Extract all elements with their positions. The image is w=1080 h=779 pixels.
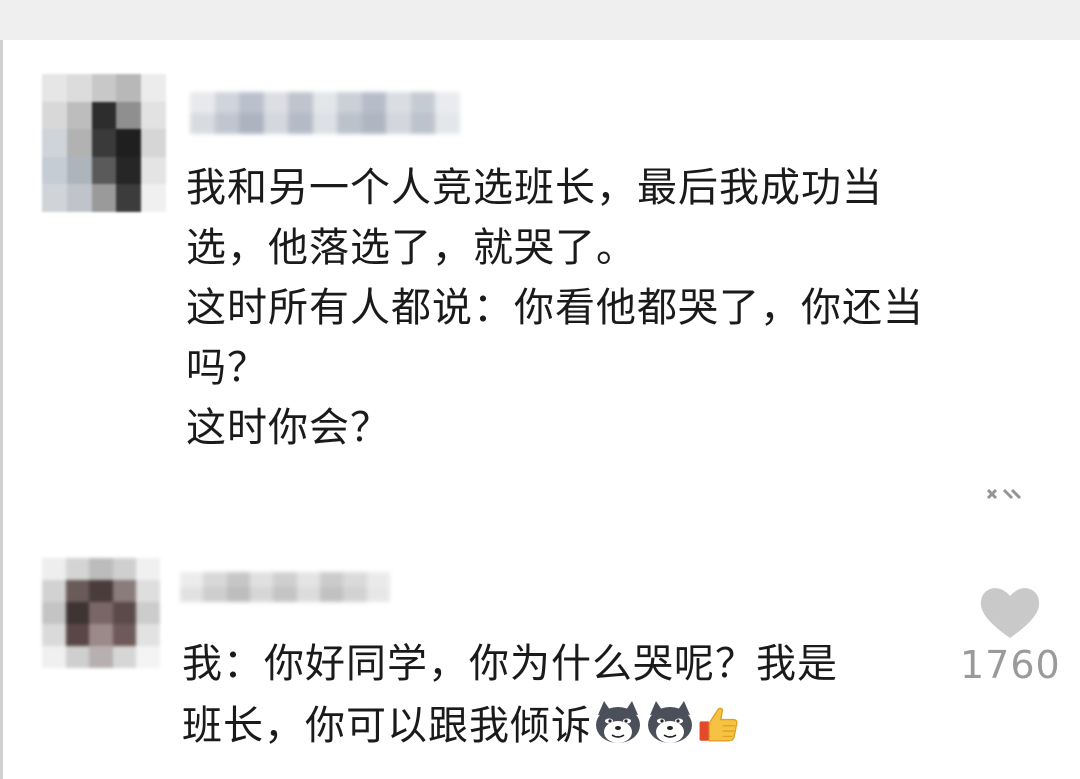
post-line: 吗？ (186, 345, 268, 391)
username-blurred[interactable] (180, 572, 390, 602)
post-line: 选，他落选了，就哭了。 (186, 225, 637, 271)
username-blurred[interactable] (190, 92, 460, 134)
like-heart-icon[interactable] (974, 582, 1046, 642)
more-options-icon[interactable] (984, 486, 1024, 504)
post-text: 我和另一个人竞选班长，最后我成功当 选，他落选了，就哭了。 这时所有人都说：你看… (186, 158, 1046, 458)
avatar[interactable] (42, 558, 160, 668)
reply-text: 我：你好同学，你为什么哭呢？我是 班长，你可以跟我倾诉 (182, 633, 942, 757)
doge-icon (596, 701, 640, 743)
reply-line: 我：你好同学，你为什么哭呢？我是 (182, 641, 838, 687)
reply-line-text: 班长，你可以跟我倾诉 (182, 703, 592, 749)
like-count: 1760 (960, 643, 1061, 687)
avatar[interactable] (42, 74, 166, 212)
thumbs-up-icon (699, 707, 738, 742)
comment-screen: 我和另一个人竞选班长，最后我成功当 选，他落选了，就哭了。 这时所有人都说：你看… (0, 0, 1080, 779)
post-line: 这时所有人都说：你看他都哭了，你还当 (186, 285, 924, 331)
divider (0, 40, 3, 779)
reply-line: 班长，你可以跟我倾诉 (182, 695, 942, 757)
post-line: 这时你会？ (186, 405, 391, 451)
top-bar (0, 0, 1080, 40)
post-line: 我和另一个人竞选班长，最后我成功当 (186, 165, 883, 211)
doge-icon (648, 701, 692, 743)
